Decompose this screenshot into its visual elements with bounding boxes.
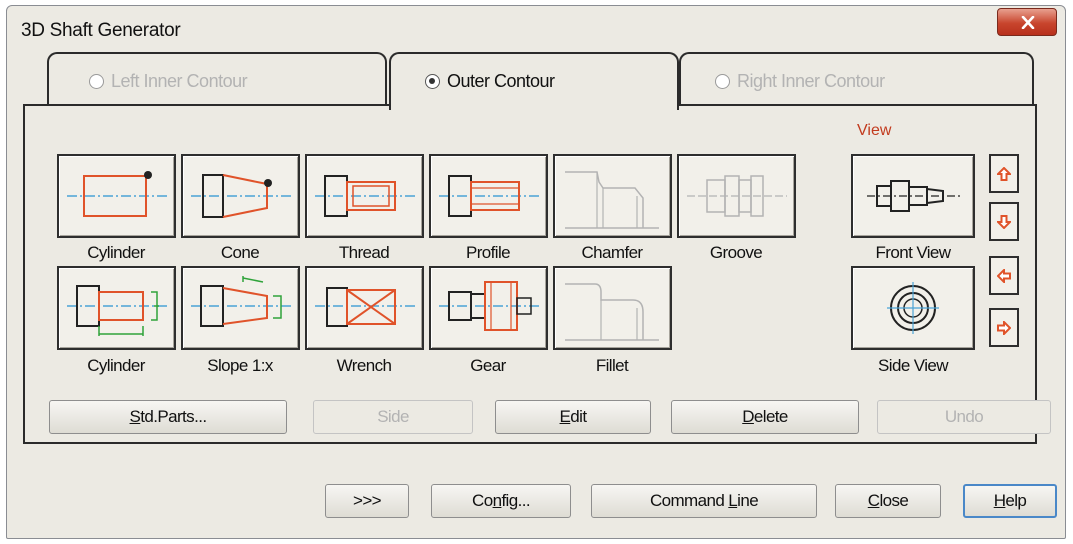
thread-button[interactable]	[305, 154, 424, 238]
profile-button[interactable]	[429, 154, 548, 238]
undo-button[interactable]: Undo	[877, 400, 1051, 434]
cylinder-button[interactable]	[57, 154, 176, 238]
tool-label-profile: Profile	[466, 243, 511, 262]
tab-label: Left Inner Contour	[111, 71, 248, 91]
close-button[interactable]: Close	[835, 484, 941, 518]
shaft-generator-dialog: 3D Shaft Generator Left Inner Contour Ou…	[6, 5, 1066, 539]
command-line-button[interactable]: Command Line	[591, 484, 817, 518]
tool-label-thread: Thread	[338, 243, 390, 262]
slope-button[interactable]	[181, 266, 300, 350]
radio-left-inner-contour[interactable]	[89, 74, 104, 89]
tool-label-groove: Groove	[709, 243, 763, 262]
arrow-down-icon	[997, 215, 1011, 229]
rotate-down-button[interactable]	[989, 202, 1019, 241]
btn-text: Command	[649, 491, 729, 510]
btn-accelerator: L	[728, 491, 738, 510]
btn-text: Side	[377, 407, 409, 426]
btn-accelerator: S	[129, 407, 141, 426]
btn-text: elete	[753, 407, 788, 426]
title-bar[interactable]: 3D Shaft Generator	[7, 6, 1065, 52]
tab-left-inner-contour[interactable]: Left Inner Contour	[47, 52, 387, 106]
btn-text: Co	[472, 491, 493, 510]
groove-icon	[687, 175, 787, 217]
tool-label-fillet: Fillet	[595, 356, 629, 375]
btn-text: lose	[879, 491, 909, 510]
delete-button[interactable]: Delete	[671, 400, 859, 434]
std-parts-button[interactable]: Std.Parts...	[49, 400, 287, 434]
tool-label-wrench: Wrench	[336, 356, 392, 375]
fillet-icon	[565, 283, 659, 341]
window-title: 3D Shaft Generator	[21, 20, 181, 41]
radio-outer-contour[interactable]	[425, 74, 440, 89]
tool-label-cylinder-sloped: Cylinder	[87, 356, 145, 375]
btn-text: elp	[1005, 491, 1027, 510]
btn-text: ine	[737, 491, 759, 510]
config-button[interactable]: Config...	[431, 484, 571, 518]
cone-button[interactable]	[181, 154, 300, 238]
outer-contour-panel: Cylinder Cone Thread Profile Chamfer Gro…	[23, 104, 1051, 444]
tool-label-cone: Cone	[220, 243, 260, 262]
front-view-button[interactable]	[851, 154, 975, 238]
btn-text: dit	[570, 407, 587, 426]
arrow-left-icon	[997, 269, 1011, 283]
slope-icon	[191, 276, 291, 327]
btn-accelerator: H	[993, 491, 1006, 510]
cone-icon	[191, 174, 291, 218]
tab-outer-contour[interactable]: Outer Contour	[389, 52, 679, 110]
tool-label-chamfer: Chamfer	[581, 243, 644, 262]
tab-right-inner-contour[interactable]: Right Inner Contour	[679, 52, 1034, 106]
cylinder-icon	[67, 171, 167, 217]
tool-label-slope: Slope 1:x	[207, 356, 273, 375]
expand-button[interactable]: >>>	[325, 484, 409, 518]
help-button[interactable]: Help	[963, 484, 1057, 518]
btn-text: fig...	[501, 491, 530, 510]
side-view-button[interactable]	[851, 266, 975, 350]
rotate-left-button[interactable]	[989, 256, 1019, 295]
rotate-right-button[interactable]	[989, 308, 1019, 347]
tab-label: Right Inner Contour	[737, 71, 885, 91]
front-view-icon	[867, 180, 961, 212]
tool-label-gear: Gear	[470, 356, 506, 375]
btn-accelerator: E	[559, 407, 571, 426]
btn-accelerator: D	[742, 407, 754, 426]
close-icon	[1021, 16, 1035, 29]
side-button[interactable]: Side	[313, 400, 473, 434]
btn-text: >>>	[353, 491, 382, 510]
radio-right-inner-contour[interactable]	[715, 74, 730, 89]
wrench-icon	[315, 287, 415, 327]
arrow-up-icon	[997, 167, 1011, 181]
gear-icon	[439, 281, 539, 331]
side-view-label: Side View	[878, 356, 948, 375]
arrow-right-icon	[997, 321, 1011, 335]
view-section-label: View	[857, 122, 892, 139]
profile-icon	[439, 175, 539, 217]
btn-text: Undo	[944, 407, 984, 426]
edit-button[interactable]: Edit	[495, 400, 651, 434]
wrench-button[interactable]	[305, 266, 424, 350]
rotate-up-button[interactable]	[989, 154, 1019, 193]
side-view-icon	[887, 282, 939, 334]
window-close-button[interactable]	[997, 8, 1057, 36]
gear-button[interactable]	[429, 266, 548, 350]
fillet-button[interactable]	[553, 266, 672, 350]
chamfer-button[interactable]	[553, 154, 672, 238]
cylinder-sloped-icon	[67, 285, 167, 336]
tab-label: Outer Contour	[447, 71, 555, 91]
groove-button[interactable]	[677, 154, 796, 238]
cylinder-sloped-button[interactable]	[57, 266, 176, 350]
chamfer-icon	[565, 171, 659, 229]
thread-icon	[315, 175, 415, 217]
btn-accelerator: C	[867, 491, 880, 510]
tool-label-cylinder: Cylinder	[87, 243, 145, 262]
front-view-label: Front View	[875, 243, 952, 262]
btn-text: td.Parts...	[140, 407, 207, 426]
